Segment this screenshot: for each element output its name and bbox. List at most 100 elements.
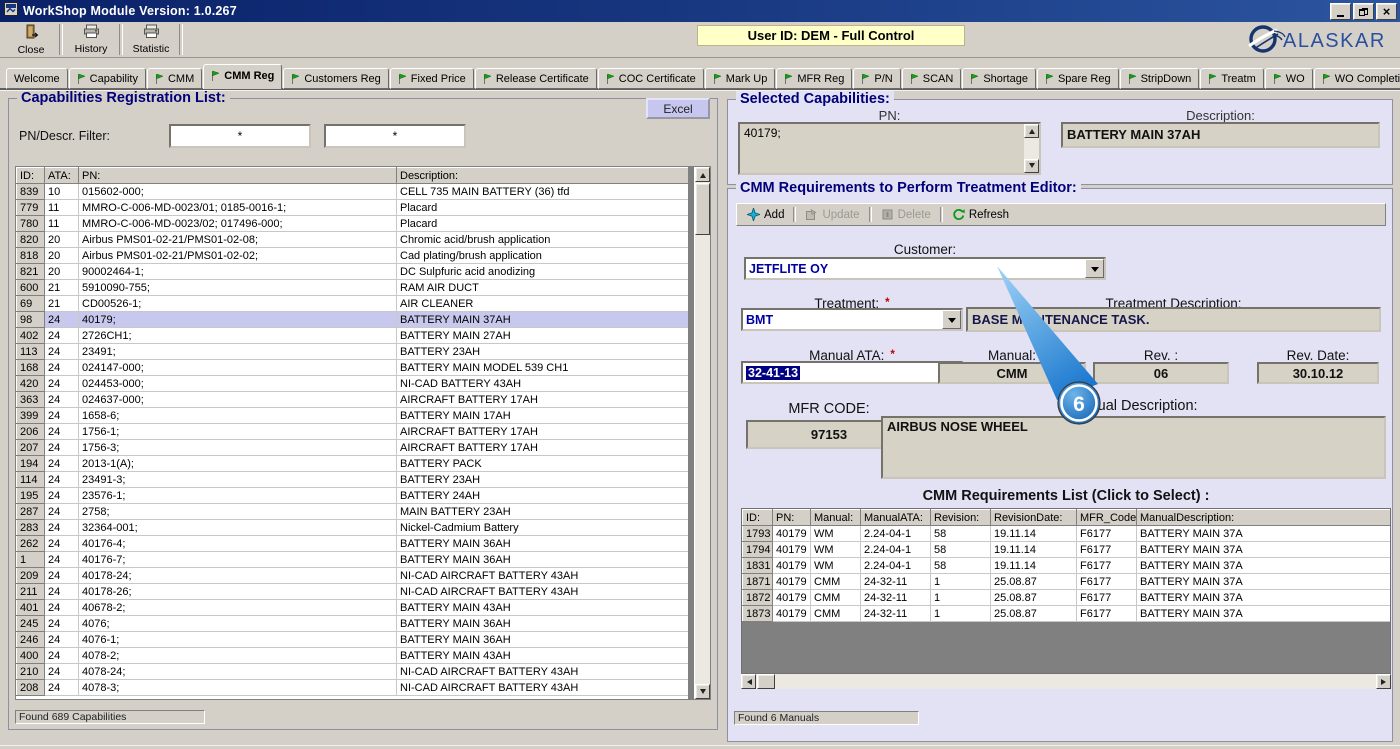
manual-ata-combo[interactable]: 32-41-13 <box>741 361 963 384</box>
tab-mfr-reg[interactable]: MFR Reg <box>776 68 853 89</box>
column-header[interactable]: ID: <box>742 509 773 526</box>
column-header[interactable]: Description: <box>396 167 689 184</box>
refresh-button[interactable]: Refresh <box>946 207 1015 222</box>
tab-release-certificate[interactable]: Release Certificate <box>474 68 597 89</box>
table-row[interactable]: 1793 40179 WM 2.24-04-1 58 19.11.14 F6177 BATTE… <box>742 525 1390 542</box>
scroll-down-button[interactable] <box>695 684 710 699</box>
requirements-hscrollbar[interactable] <box>741 674 1391 689</box>
close-button[interactable]: Close <box>4 23 58 56</box>
tab-shortage[interactable]: Shortage <box>962 68 1036 89</box>
cell: 24 <box>44 663 79 680</box>
tab-mark-up[interactable]: Mark Up <box>704 68 776 89</box>
table-row[interactable]: 820 20 Airbus PMS01-02-21/PMS01-02-08; Chro… <box>16 231 689 248</box>
scrollbar-thumb[interactable] <box>757 674 775 689</box>
table-row[interactable]: 283 24 32364-001; Nickel-Cadmium Battery <box>16 519 689 536</box>
treatment-combo[interactable]: BMT <box>741 308 963 331</box>
table-row[interactable]: 98 24 40179; BATTERY MAIN 37AH <box>16 311 689 328</box>
tab-p-n[interactable]: P/N <box>853 68 901 89</box>
table-row[interactable]: 245 24 4076; BATTERY MAIN 36AH <box>16 615 689 632</box>
scroll-up-button[interactable] <box>1024 124 1039 138</box>
tab-scan[interactable]: SCAN <box>901 68 962 89</box>
minimize-button[interactable] <box>1330 3 1351 20</box>
column-header[interactable]: Manual: <box>810 509 861 526</box>
tab-spare-reg[interactable]: Spare Reg <box>1036 68 1119 89</box>
table-row[interactable]: 399 24 1658-6; BATTERY MAIN 17AH <box>16 407 689 424</box>
column-header[interactable]: PN: <box>78 167 397 184</box>
statistic-button[interactable]: Statistic <box>124 23 178 56</box>
column-header[interactable]: ID: <box>16 167 45 184</box>
tab-wo-completion[interactable]: WO Completion <box>1313 68 1400 89</box>
pn-filter-input[interactable] <box>169 124 311 148</box>
table-row[interactable]: 818 20 Airbus PMS01-02-21/PMS01-02-02; Cad … <box>16 247 689 264</box>
table-row[interactable]: 1794 40179 WM 2.24-04-1 58 19.11.14 F6177 BATTE… <box>742 541 1390 558</box>
table-row[interactable]: 208 24 4078-3; NI-CAD AIRCRAFT BATTERY 43AH <box>16 679 689 696</box>
customer-combo[interactable]: JETFLITE OY <box>744 257 1106 280</box>
column-header[interactable]: Revision: <box>930 509 991 526</box>
column-header[interactable]: ManualDescription: <box>1136 509 1390 526</box>
table-row[interactable]: 780 11 MMRO-C-006-MD-0023/02; 017496-000; P… <box>16 215 689 232</box>
table-row[interactable]: 401 24 40678-2; BATTERY MAIN 43AH <box>16 599 689 616</box>
tab-treatm[interactable]: Treatm <box>1200 68 1264 89</box>
table-row[interactable]: 195 24 23576-1; BATTERY 24AH <box>16 487 689 504</box>
table-row[interactable]: 287 24 2758; MAIN BATTERY 23AH <box>16 503 689 520</box>
table-row[interactable]: 210 24 4078-24; NI-CAD AIRCRAFT BATTERY 43A… <box>16 663 689 680</box>
table-row[interactable]: 363 24 024637-000; AIRCRAFT BATTERY 17AH <box>16 391 689 408</box>
capabilities-scrollbar[interactable] <box>694 167 710 699</box>
table-row[interactable]: 1872 40179 CMM 24-32-11 1 25.08.87 F6177 BATTER… <box>742 589 1390 606</box>
table-row[interactable]: 69 21 CD00526-1; AIR CLEANER <box>16 295 689 312</box>
tab-cmm[interactable]: CMM <box>146 68 203 89</box>
tab-wo[interactable]: WO <box>1264 68 1313 89</box>
add-button[interactable]: Add <box>741 207 790 222</box>
scrollbar-thumb[interactable] <box>695 183 710 235</box>
tab-customers-reg[interactable]: Customers Reg <box>283 68 389 89</box>
column-header[interactable]: MFR_Code: <box>1076 509 1137 526</box>
table-row[interactable]: 402 24 2726CH1; BATTERY MAIN 27AH <box>16 327 689 344</box>
selected-pn-field[interactable]: 40179; <box>738 122 1041 175</box>
table-row[interactable]: 114 24 23491-3; BATTERY 23AH <box>16 471 689 488</box>
table-row[interactable]: 1831 40179 WM 2.24-04-1 58 19.11.14 F6177 BATTE… <box>742 557 1390 574</box>
table-row[interactable]: 209 24 40178-24; NI-CAD AIRCRAFT BATTERY 43… <box>16 567 689 584</box>
table-row[interactable]: 211 24 40178-26; NI-CAD AIRCRAFT BATTERY 43… <box>16 583 689 600</box>
column-header[interactable]: PN: <box>772 509 811 526</box>
column-header[interactable]: ManualATA: <box>860 509 931 526</box>
table-row[interactable]: 400 24 4078-2; BATTERY MAIN 43AH <box>16 647 689 664</box>
descr-filter-input[interactable] <box>324 124 466 148</box>
scroll-down-button[interactable] <box>1024 159 1039 173</box>
table-row[interactable]: 206 24 1756-1; AIRCRAFT BATTERY 17AH <box>16 423 689 440</box>
table-row[interactable]: 246 24 4076-1; BATTERY MAIN 36AH <box>16 631 689 648</box>
table-row[interactable]: 207 24 1756-3; AIRCRAFT BATTERY 17AH <box>16 439 689 456</box>
table-row[interactable]: 168 24 024147-000; BATTERY MAIN MODEL 539 C… <box>16 359 689 376</box>
toolbar-button-label: Close <box>17 43 45 56</box>
table-row[interactable]: 779 11 MMRO-C-006-MD-0023/01; 0185-0016-1;… <box>16 199 689 216</box>
tab-capability[interactable]: Capability <box>68 68 146 89</box>
tab-stripdown[interactable]: StripDown <box>1119 68 1200 89</box>
cell: 20 <box>44 247 79 264</box>
tab-coc-certificate[interactable]: COC Certificate <box>597 68 704 89</box>
table-row[interactable]: 262 24 40176-4; BATTERY MAIN 36AH <box>16 535 689 552</box>
column-header[interactable]: ATA: <box>44 167 79 184</box>
pn-field-scrollbar[interactable] <box>1024 124 1039 173</box>
tab-welcome[interactable]: Welcome <box>6 68 68 89</box>
history-button[interactable]: History <box>64 23 118 56</box>
column-header[interactable]: RevisionDate: <box>990 509 1077 526</box>
dropdown-icon[interactable] <box>942 310 961 329</box>
table-row[interactable]: 839 10 015602-000; CELL 735 MAIN BATTERY (3… <box>16 183 689 200</box>
dropdown-icon[interactable] <box>1085 259 1104 278</box>
capabilities-group-title: Capabilities Registration List: <box>17 90 230 106</box>
scroll-left-button[interactable] <box>741 674 756 689</box>
table-row[interactable]: 420 24 024453-000; NI-CAD BATTERY 43AH <box>16 375 689 392</box>
scroll-up-button[interactable] <box>695 167 710 182</box>
table-row[interactable]: 1873 40179 CMM 24-32-11 1 25.08.87 F6177 BATTER… <box>742 605 1390 622</box>
table-row[interactable]: 113 24 23491; BATTERY 23AH <box>16 343 689 360</box>
table-row[interactable]: 1871 40179 CMM 24-32-11 1 25.08.87 F6177 BATTER… <box>742 573 1390 590</box>
restore-button[interactable] <box>1353 3 1374 20</box>
table-row[interactable]: 821 20 90002464-1; DC Sulpfuric acid anodiz… <box>16 263 689 280</box>
close-window-button[interactable] <box>1376 3 1397 20</box>
scroll-right-button[interactable] <box>1376 674 1391 689</box>
tab-cmm-reg[interactable]: CMM Reg <box>203 64 283 89</box>
tab-fixed-price[interactable]: Fixed Price <box>389 68 474 89</box>
table-row[interactable]: 600 21 5910090-755; RAM AIR DUCT <box>16 279 689 296</box>
table-row[interactable]: 194 24 2013-1(A); BATTERY PACK <box>16 455 689 472</box>
excel-button[interactable]: Excel <box>646 98 710 119</box>
table-row[interactable]: 1 24 40176-7; BATTERY MAIN 36AH <box>16 551 689 568</box>
